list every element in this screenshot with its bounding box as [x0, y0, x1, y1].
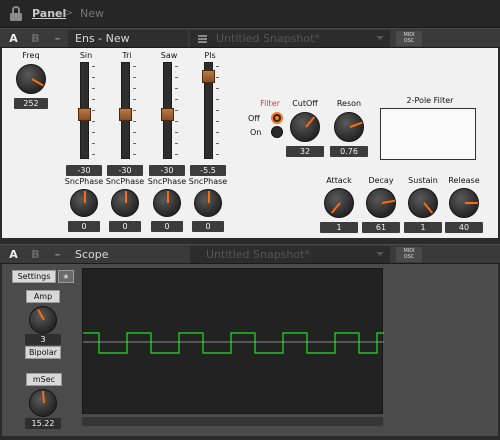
reson-value[interactable]: 0.76: [330, 146, 368, 157]
scope-module-header: A B – Scope Untitled Snapshot* MIDI OSC: [0, 244, 500, 264]
scope-midi-osc-button[interactable]: MIDI OSC: [396, 247, 422, 262]
cutoff-knob[interactable]: [290, 112, 320, 142]
settings-button[interactable]: Settings: [12, 270, 56, 283]
amp-value[interactable]: 3: [25, 334, 61, 345]
saw-ticks: [175, 66, 178, 158]
amp-label: Amp: [26, 290, 60, 303]
decay-label: Decay: [368, 176, 394, 185]
scope-scrollbar[interactable]: [82, 417, 383, 426]
list-icon: [198, 35, 207, 43]
saw-slider-handle[interactable]: [161, 108, 174, 122]
attack-label: Attack: [326, 176, 352, 185]
saw-label: Saw: [160, 51, 178, 60]
snapshot-a-button[interactable]: A: [5, 30, 22, 47]
filter-on-radio[interactable]: [271, 126, 283, 138]
scope-snapshot-b-button[interactable]: B: [27, 246, 44, 263]
release-value[interactable]: 40: [445, 222, 483, 233]
reson-knob[interactable]: [334, 112, 364, 142]
filter-response-display: [380, 108, 476, 160]
sin-ticks: [92, 66, 95, 158]
tri-phase-label: SncPhase: [105, 177, 145, 186]
pls-ticks: [216, 66, 219, 158]
snapshot-selector[interactable]: Untitled Snapshot*: [190, 30, 390, 47]
tri-value[interactable]: -30: [107, 165, 143, 176]
scope-waveform: [83, 332, 384, 354]
sin-phase-label: SncPhase: [64, 177, 104, 186]
chevron-down-icon: [376, 36, 384, 40]
breadcrumb-panel-link[interactable]: Panel: [32, 7, 66, 20]
filter-label: Filter: [260, 99, 280, 108]
sustain-label: Sustain: [408, 176, 438, 185]
breadcrumb: Panel > New: [0, 0, 500, 28]
freq-knob[interactable]: [16, 64, 46, 94]
minimize-button[interactable]: –: [49, 30, 66, 47]
pls-slider-handle[interactable]: [202, 70, 215, 84]
filter-off-label: Off: [248, 114, 260, 123]
star-icon[interactable]: ★: [58, 270, 74, 283]
module-name[interactable]: Ens - New: [68, 30, 188, 47]
msec-knob[interactable]: [29, 389, 57, 417]
tri-label: Tri: [122, 51, 132, 60]
scope-snapshot-name: Untitled Snapshot*: [206, 248, 310, 261]
tri-phase-knob[interactable]: [111, 189, 139, 217]
decay-knob[interactable]: [366, 188, 396, 218]
pls-phase-value[interactable]: 0: [192, 221, 224, 232]
midi-osc-button[interactable]: MIDI OSC: [396, 31, 422, 46]
msec-label: mSec: [26, 373, 62, 386]
sin-phase-value[interactable]: 0: [68, 221, 100, 232]
pls-value[interactable]: -5.5: [190, 165, 226, 176]
tri-phase-value[interactable]: 0: [109, 221, 141, 232]
tri-ticks: [133, 66, 136, 158]
saw-value[interactable]: -30: [149, 165, 185, 176]
sin-slider-handle[interactable]: [78, 108, 91, 122]
sustain-value[interactable]: 1: [404, 222, 442, 233]
sin-value[interactable]: -30: [66, 165, 102, 176]
amp-knob[interactable]: [29, 306, 57, 334]
sin-label: Sin: [79, 51, 93, 60]
osc-label: OSC: [403, 38, 415, 44]
saw-phase-value[interactable]: 0: [151, 221, 183, 232]
pls-phase-label: SncPhase: [188, 177, 228, 186]
release-knob[interactable]: [449, 188, 479, 218]
freq-value[interactable]: 252: [14, 98, 48, 109]
breadcrumb-current: New: [80, 7, 104, 20]
lock-icon[interactable]: [9, 6, 23, 21]
freq-label: Freq: [22, 51, 40, 60]
scope-osc-label: OSC: [403, 254, 415, 260]
pls-label: Pls: [204, 51, 216, 60]
scope-minimize-button[interactable]: –: [49, 246, 66, 263]
saw-phase-knob[interactable]: [153, 189, 181, 217]
sin-phase-knob[interactable]: [70, 189, 98, 217]
ens-module-header: A B – Ens - New Untitled Snapshot* MIDI …: [0, 28, 500, 48]
msec-value[interactable]: 15.22: [25, 418, 61, 429]
chevron-down-icon: [376, 252, 384, 256]
bipolar-button[interactable]: Bipolar: [25, 346, 61, 359]
cutoff-label: CutOff: [292, 99, 318, 108]
cutoff-value[interactable]: 32: [286, 146, 324, 157]
scope-snapshot-selector[interactable]: Untitled Snapshot*: [190, 246, 390, 263]
filter-on-label: On: [250, 128, 262, 137]
attack-value[interactable]: 1: [320, 222, 358, 233]
release-label: Release: [448, 176, 480, 185]
decay-value[interactable]: 61: [362, 222, 400, 233]
saw-phase-label: SncPhase: [147, 177, 187, 186]
snapshot-name: Untitled Snapshot*: [216, 32, 320, 45]
scope-snapshot-a-button[interactable]: A: [5, 246, 22, 263]
attack-knob[interactable]: [324, 188, 354, 218]
breadcrumb-separator: >: [64, 6, 74, 19]
pole-filter-title: 2-Pole Filter: [406, 96, 454, 105]
snapshot-b-button[interactable]: B: [27, 30, 44, 47]
reson-label: Reson: [336, 99, 362, 108]
scope-trace: [83, 332, 384, 354]
scope-display: [82, 268, 384, 414]
sustain-knob[interactable]: [408, 188, 438, 218]
tri-slider-handle[interactable]: [119, 108, 132, 122]
pls-phase-knob[interactable]: [194, 189, 222, 217]
scope-module-name[interactable]: Scope: [68, 246, 168, 263]
filter-off-radio[interactable]: [271, 112, 283, 124]
